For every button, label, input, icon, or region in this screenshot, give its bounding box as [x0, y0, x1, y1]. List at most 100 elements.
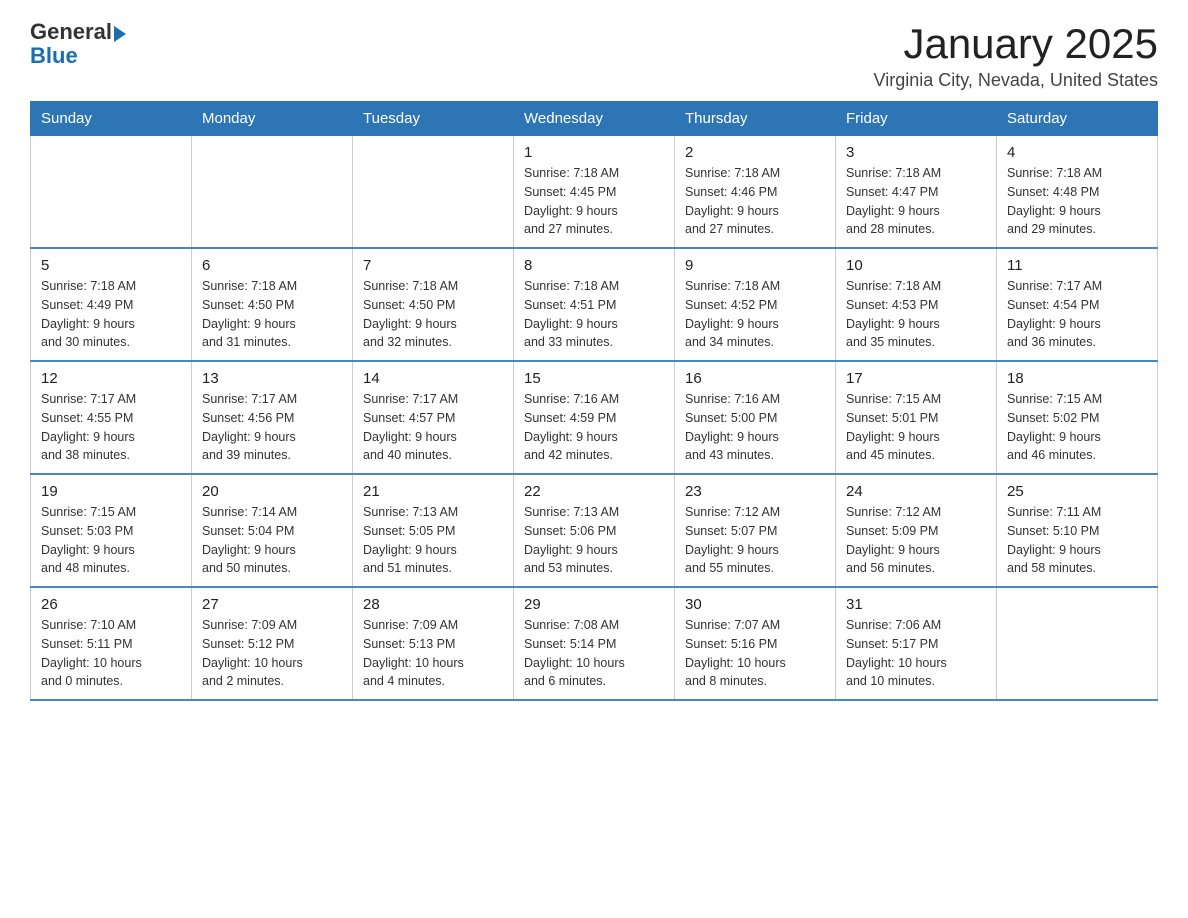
day-info: Sunrise: 7:07 AM Sunset: 5:16 PM Dayligh… — [685, 616, 825, 691]
calendar-cell: 16Sunrise: 7:16 AM Sunset: 5:00 PM Dayli… — [675, 361, 836, 474]
day-info: Sunrise: 7:18 AM Sunset: 4:49 PM Dayligh… — [41, 277, 181, 352]
calendar-cell: 9 Sunrise: 7:18 AM Sunset: 4:52 PM Daylig… — [675, 248, 836, 361]
day-info: Sunrise: 7:15 AM Sunset: 5:01 PM Dayligh… — [846, 390, 986, 465]
day-number: 18 — [1007, 370, 1147, 387]
day-number: 15 — [524, 370, 664, 387]
calendar-cell: 14 Sunrise: 7:17 AM Sunset: 4:57 PM Dayli… — [353, 361, 514, 474]
day-number: 7 — [363, 257, 503, 274]
day-info: Sunrise: 7:18 AM Sunset: 4:47 PM Dayligh… — [846, 164, 986, 239]
day-number: 26 — [41, 596, 181, 613]
day-info: Sunrise: 7:11 AM Sunset: 5:10 PM Dayligh… — [1007, 503, 1147, 578]
day-info: Sunrise: 7:18 AM Sunset: 4:53 PM Dayligh… — [846, 277, 986, 352]
calendar-cell — [353, 136, 514, 249]
day-number: 22 — [524, 483, 664, 500]
day-number: 27 — [202, 596, 342, 613]
calendar-cell — [31, 136, 192, 249]
day-info: Sunrise: 7:06 AM Sunset: 5:17 PM Dayligh… — [846, 616, 986, 691]
day-number: 29 — [524, 596, 664, 613]
title-block: January 2025 Virginia City, Nevada, Unit… — [874, 20, 1158, 91]
day-number: 8 — [524, 257, 664, 274]
day-info: Sunrise: 7:14 AM Sunset: 5:04 PM Dayligh… — [202, 503, 342, 578]
calendar-cell: 23Sunrise: 7:12 AM Sunset: 5:07 PM Dayli… — [675, 474, 836, 587]
day-info: Sunrise: 7:15 AM Sunset: 5:02 PM Dayligh… — [1007, 390, 1147, 465]
calendar-cell: 7 Sunrise: 7:18 AM Sunset: 4:50 PM Daylig… — [353, 248, 514, 361]
day-number: 10 — [846, 257, 986, 274]
calendar-cell: 15Sunrise: 7:16 AM Sunset: 4:59 PM Dayli… — [514, 361, 675, 474]
calendar-cell: 31 Sunrise: 7:06 AM Sunset: 5:17 PM Dayli… — [836, 587, 997, 700]
location-subtitle: Virginia City, Nevada, United States — [874, 70, 1158, 91]
day-info: Sunrise: 7:16 AM Sunset: 5:00 PM Dayligh… — [685, 390, 825, 465]
calendar-table: SundayMondayTuesdayWednesdayThursdayFrid… — [30, 101, 1158, 701]
calendar-cell: 20 Sunrise: 7:14 AM Sunset: 5:04 PM Dayli… — [192, 474, 353, 587]
day-number: 30 — [685, 596, 825, 613]
calendar-week-row: 5 Sunrise: 7:18 AM Sunset: 4:49 PM Daylig… — [31, 248, 1158, 361]
calendar-cell: 17Sunrise: 7:15 AM Sunset: 5:01 PM Dayli… — [836, 361, 997, 474]
day-info: Sunrise: 7:18 AM Sunset: 4:51 PM Dayligh… — [524, 277, 664, 352]
calendar-cell: 4Sunrise: 7:18 AM Sunset: 4:48 PM Daylig… — [997, 136, 1158, 249]
calendar-cell — [192, 136, 353, 249]
calendar-cell: 2 Sunrise: 7:18 AM Sunset: 4:46 PM Daylig… — [675, 136, 836, 249]
calendar-cell: 21 Sunrise: 7:13 AM Sunset: 5:05 PM Dayli… — [353, 474, 514, 587]
day-number: 14 — [363, 370, 503, 387]
col-header-thursday: Thursday — [675, 102, 836, 136]
day-info: Sunrise: 7:17 AM Sunset: 4:57 PM Dayligh… — [363, 390, 503, 465]
calendar-week-row: 12Sunrise: 7:17 AM Sunset: 4:55 PM Dayli… — [31, 361, 1158, 474]
col-header-tuesday: Tuesday — [353, 102, 514, 136]
day-number: 20 — [202, 483, 342, 500]
day-info: Sunrise: 7:13 AM Sunset: 5:05 PM Dayligh… — [363, 503, 503, 578]
day-info: Sunrise: 7:09 AM Sunset: 5:12 PM Dayligh… — [202, 616, 342, 691]
calendar-cell: 26 Sunrise: 7:10 AM Sunset: 5:11 PM Dayli… — [31, 587, 192, 700]
day-info: Sunrise: 7:08 AM Sunset: 5:14 PM Dayligh… — [524, 616, 664, 691]
day-number: 24 — [846, 483, 986, 500]
calendar-week-row: 1 Sunrise: 7:18 AM Sunset: 4:45 PM Daylig… — [31, 136, 1158, 249]
logo-blue-text: Blue — [30, 44, 126, 68]
calendar-cell: 5 Sunrise: 7:18 AM Sunset: 4:49 PM Daylig… — [31, 248, 192, 361]
logo: General Blue — [30, 20, 126, 68]
day-info: Sunrise: 7:18 AM Sunset: 4:45 PM Dayligh… — [524, 164, 664, 239]
calendar-week-row: 19Sunrise: 7:15 AM Sunset: 5:03 PM Dayli… — [31, 474, 1158, 587]
day-info: Sunrise: 7:10 AM Sunset: 5:11 PM Dayligh… — [41, 616, 181, 691]
day-number: 2 — [685, 144, 825, 161]
day-info: Sunrise: 7:15 AM Sunset: 5:03 PM Dayligh… — [41, 503, 181, 578]
day-info: Sunrise: 7:18 AM Sunset: 4:52 PM Dayligh… — [685, 277, 825, 352]
calendar-cell: 10 Sunrise: 7:18 AM Sunset: 4:53 PM Dayli… — [836, 248, 997, 361]
day-info: Sunrise: 7:17 AM Sunset: 4:54 PM Dayligh… — [1007, 277, 1147, 352]
day-number: 13 — [202, 370, 342, 387]
calendar-cell: 3 Sunrise: 7:18 AM Sunset: 4:47 PM Daylig… — [836, 136, 997, 249]
calendar-cell: 30 Sunrise: 7:07 AM Sunset: 5:16 PM Dayli… — [675, 587, 836, 700]
calendar-cell: 24Sunrise: 7:12 AM Sunset: 5:09 PM Dayli… — [836, 474, 997, 587]
calendar-cell — [997, 587, 1158, 700]
day-info: Sunrise: 7:18 AM Sunset: 4:46 PM Dayligh… — [685, 164, 825, 239]
calendar-cell: 13 Sunrise: 7:17 AM Sunset: 4:56 PM Dayli… — [192, 361, 353, 474]
col-header-sunday: Sunday — [31, 102, 192, 136]
col-header-saturday: Saturday — [997, 102, 1158, 136]
day-number: 9 — [685, 257, 825, 274]
day-info: Sunrise: 7:18 AM Sunset: 4:50 PM Dayligh… — [363, 277, 503, 352]
day-number: 3 — [846, 144, 986, 161]
day-info: Sunrise: 7:17 AM Sunset: 4:55 PM Dayligh… — [41, 390, 181, 465]
day-number: 1 — [524, 144, 664, 161]
day-number: 11 — [1007, 257, 1147, 274]
day-number: 31 — [846, 596, 986, 613]
calendar-cell: 11 Sunrise: 7:17 AM Sunset: 4:54 PM Dayli… — [997, 248, 1158, 361]
day-info: Sunrise: 7:09 AM Sunset: 5:13 PM Dayligh… — [363, 616, 503, 691]
day-number: 5 — [41, 257, 181, 274]
calendar-cell: 12Sunrise: 7:17 AM Sunset: 4:55 PM Dayli… — [31, 361, 192, 474]
calendar-cell: 18 Sunrise: 7:15 AM Sunset: 5:02 PM Dayli… — [997, 361, 1158, 474]
calendar-cell: 6Sunrise: 7:18 AM Sunset: 4:50 PM Daylig… — [192, 248, 353, 361]
month-title: January 2025 — [874, 20, 1158, 68]
col-header-friday: Friday — [836, 102, 997, 136]
calendar-cell: 1 Sunrise: 7:18 AM Sunset: 4:45 PM Daylig… — [514, 136, 675, 249]
day-info: Sunrise: 7:12 AM Sunset: 5:07 PM Dayligh… — [685, 503, 825, 578]
day-info: Sunrise: 7:17 AM Sunset: 4:56 PM Dayligh… — [202, 390, 342, 465]
day-number: 6 — [202, 257, 342, 274]
calendar-cell: 8 Sunrise: 7:18 AM Sunset: 4:51 PM Daylig… — [514, 248, 675, 361]
logo-general-text: General — [30, 20, 112, 44]
day-info: Sunrise: 7:13 AM Sunset: 5:06 PM Dayligh… — [524, 503, 664, 578]
day-number: 21 — [363, 483, 503, 500]
calendar-cell: 29 Sunrise: 7:08 AM Sunset: 5:14 PM Dayli… — [514, 587, 675, 700]
day-info: Sunrise: 7:18 AM Sunset: 4:48 PM Dayligh… — [1007, 164, 1147, 239]
calendar-week-row: 26 Sunrise: 7:10 AM Sunset: 5:11 PM Dayli… — [31, 587, 1158, 700]
calendar-cell: 25Sunrise: 7:11 AM Sunset: 5:10 PM Dayli… — [997, 474, 1158, 587]
page-header: General Blue January 2025 Virginia City,… — [30, 20, 1158, 91]
